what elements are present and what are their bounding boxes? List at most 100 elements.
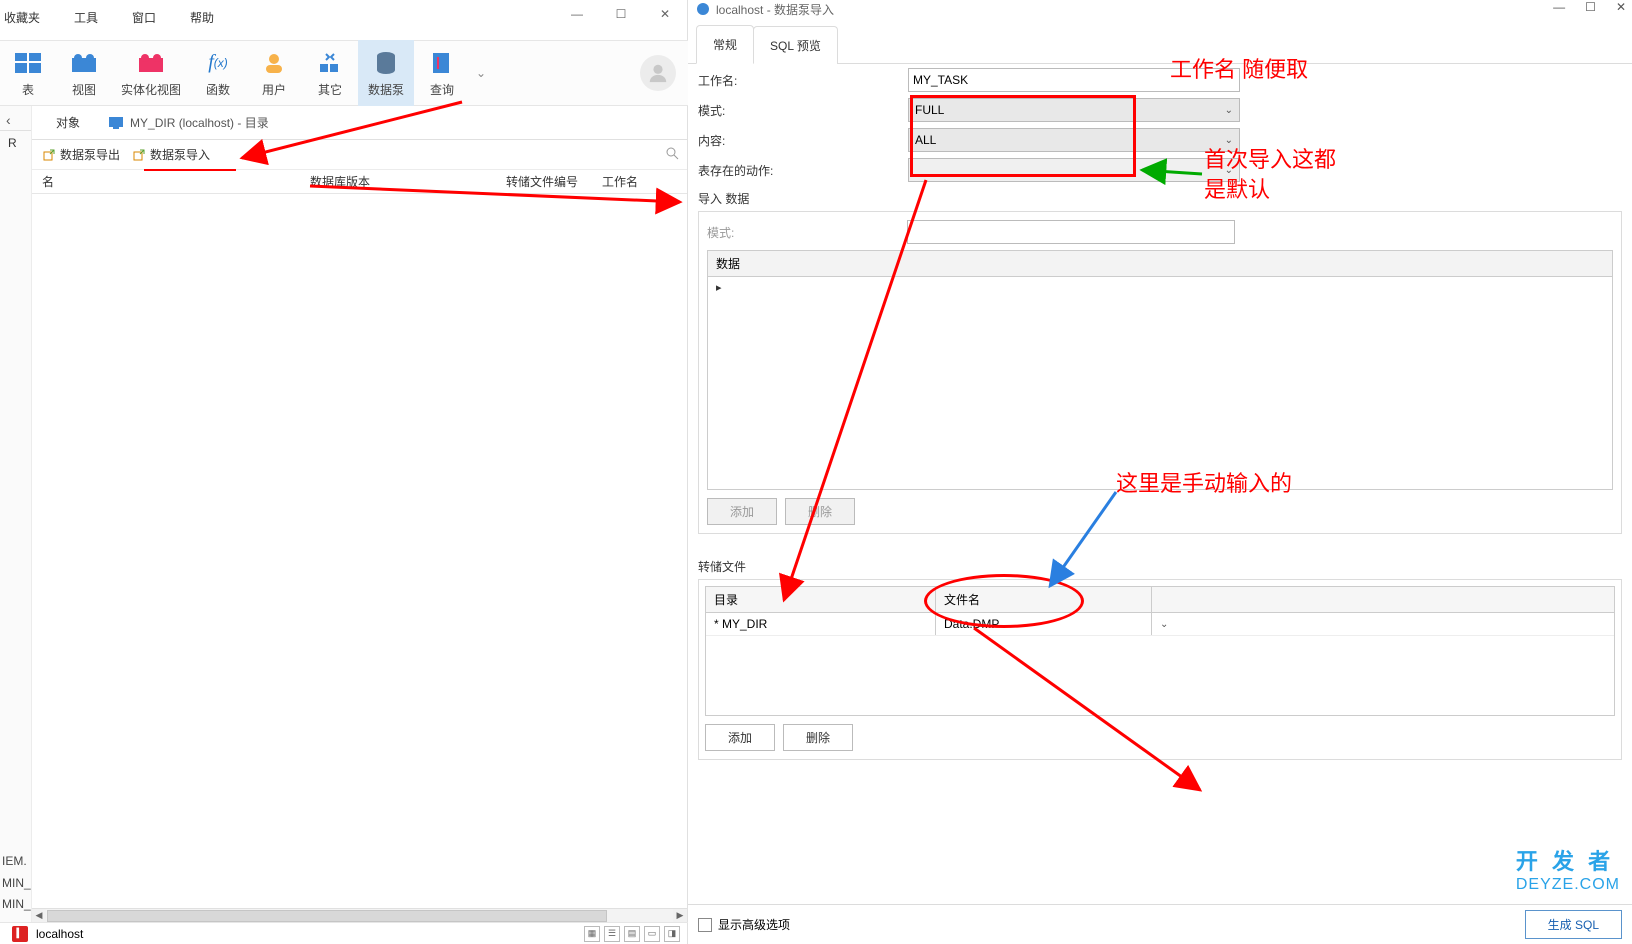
tab-objects[interactable]: 对象 [42,108,94,137]
dump-buttons: 添加 删除 [705,724,1615,751]
col-jobname[interactable]: 工作名 [592,173,687,190]
col-dumpno[interactable]: 转储文件编号 [496,173,592,190]
connection-icon: ▍ [12,926,28,942]
left-sidebar: ‹ R IEM. MIN_ MIN_ [0,106,32,922]
status-host: localhost [36,927,83,941]
dialog-bottom-bar: 显示高级选项 生成 SQL [688,904,1632,944]
checkbox-advanced[interactable] [698,918,712,932]
col-directory: 目录 [706,587,936,612]
app-icon [696,2,710,16]
horizontal-scrollbar[interactable]: ◀ ▶ [32,908,687,922]
sidebar-truncated-items: IEM. MIN_ MIN_ [2,851,31,916]
user-avatar[interactable] [640,55,676,91]
monitor-icon [108,116,124,130]
toolbar-function[interactable]: f(x)函数 [190,40,246,106]
toolbar-table[interactable]: 表 [0,40,56,106]
button-delete-dump[interactable]: 删除 [783,724,853,751]
input-jobname[interactable] [908,68,1240,92]
close-button[interactable]: ✕ [643,0,687,28]
menu-help[interactable]: 帮助 [188,6,216,34]
view-list-icon[interactable]: ☰ [604,926,620,942]
menu-favorites[interactable]: 收藏夹 [2,6,42,34]
toolbar-other[interactable]: 其它 [302,40,358,106]
caret-icon: ⌄ [1225,135,1233,146]
view-small-icon[interactable]: ▤ [624,926,640,942]
minimize-button[interactable]: — [555,0,599,28]
dump-grid-header: 目录 文件名 [706,587,1614,613]
label-advanced: 显示高级选项 [718,916,790,933]
menu-tools[interactable]: 工具 [72,6,100,34]
data-grid: 数据 ▸ [707,250,1613,490]
button-add-data[interactable]: 添加 [707,498,777,525]
select-table-exists[interactable]: ⌄ [908,158,1240,182]
sidebar-letter: R [8,136,17,150]
action-bar: 数据泵导出 数据泵导入 [32,140,687,170]
import-icon [132,148,146,162]
import-dialog: localhost - 数据泵导入 — ☐ ✕ 常规 SQL 预览 工作名: 模… [688,0,1632,944]
label-mode: 模式: [698,102,908,119]
dialog-title: localhost - 数据泵导入 [688,0,1632,20]
tab-sqlpreview[interactable]: SQL 预览 [753,26,838,64]
editor-tabs: 对象 MY_DIR (localhost) - 目录 [32,106,687,140]
maximize-button[interactable]: ☐ [599,0,643,28]
label-inner-mode: 模式: [707,224,907,241]
form-area: 工作名: 模式: FULL⌄ 内容: ALL⌄ 表存在的动作: ⌄ 导入 数据 … [698,68,1622,760]
toolbar-materialized-view[interactable]: 实体化视图 [112,40,190,106]
input-inner-mode[interactable] [907,220,1235,244]
data-grid-cursor[interactable]: ▸ [708,277,1612,298]
search-icon[interactable] [665,146,679,163]
tab-directory-label: MY_DIR (localhost) - 目录 [130,114,269,131]
toolbar-user[interactable]: 用户 [246,40,302,106]
view-grid-icon[interactable]: ▦ [584,926,600,942]
label-content: 内容: [698,132,908,149]
col-dbversion[interactable]: 数据库版本 [300,173,496,190]
button-delete-data[interactable]: 删除 [785,498,855,525]
dropdown-icon[interactable]: ⌄ [1160,619,1168,630]
toolbar: 表 视图 实体化视图 f(x)函数 用户 其它 数据泵 查询 ⌄ [0,40,688,106]
dialog-minimize-button[interactable]: — [1553,0,1565,14]
dropdown-caret-icon[interactable]: ⌄ [476,66,486,80]
toolbar-datapump[interactable]: 数据泵 [358,40,414,106]
view-panel-icon[interactable]: ◨ [664,926,680,942]
label-jobname: 工作名: [698,72,908,89]
dialog-window-controls: — ☐ ✕ [1553,0,1626,14]
tab-general[interactable]: 常规 [696,25,754,64]
window-controls: — ☐ ✕ [555,0,687,28]
col-filename: 文件名 [936,587,1152,612]
action-export[interactable]: 数据泵导出 [40,144,122,165]
dump-row[interactable]: * MY_DIR Data.DMP ⌄ [706,613,1614,636]
dialog-maximize-button[interactable]: ☐ [1585,0,1596,14]
col-name[interactable]: 名 [32,173,300,190]
caret-icon: ⌄ [1225,105,1233,116]
grid-buttons: 添加 删除 [707,498,1613,525]
main-window: — ☐ ✕ 收藏夹 工具 窗口 帮助 表 视图 实体化视图 f(x)函数 用户 … [0,0,688,944]
cell-filename[interactable]: Data.DMP [936,613,1152,635]
tab-directory[interactable]: MY_DIR (localhost) - 目录 [102,108,275,137]
scroll-thumb[interactable] [47,910,607,922]
select-content[interactable]: ALL⌄ [908,128,1240,152]
select-mode[interactable]: FULL⌄ [908,98,1240,122]
scroll-left-icon[interactable]: ◀ [32,909,46,923]
panel-dump-file: 目录 文件名 * MY_DIR Data.DMP ⌄ 添加 删除 [698,579,1622,760]
view-mode-icons: ▦ ☰ ▤ ▭ ◨ [584,926,680,942]
data-grid-header: 数据 [708,251,1612,277]
scroll-right-icon[interactable]: ▶ [673,909,687,923]
menu-window[interactable]: 窗口 [130,6,158,34]
section-dump-file: 转储文件 [698,558,1622,575]
cell-directory[interactable]: * MY_DIR [706,613,936,635]
action-import[interactable]: 数据泵导入 [130,144,212,165]
data-area: ◀ ▶ [32,194,687,922]
view-detail-icon[interactable]: ▭ [644,926,660,942]
content-area: 对象 MY_DIR (localhost) - 目录 数据泵导出 数据泵导入 名… [32,106,687,922]
dialog-tabs: 常规 SQL 预览 [688,24,1632,64]
label-table-exists: 表存在的动作: [698,162,908,179]
button-generate-sql[interactable]: 生成 SQL [1525,910,1622,939]
status-bar: ▍ localhost ▦ ☰ ▤ ▭ ◨ [0,922,688,944]
toolbar-query[interactable]: 查询 [414,40,470,106]
panel-import-data: 模式: 数据 ▸ 添加 删除 [698,211,1622,534]
dialog-close-button[interactable]: ✕ [1616,0,1626,14]
menubar: 收藏夹 工具 窗口 帮助 [0,6,216,34]
button-add-dump[interactable]: 添加 [705,724,775,751]
toolbar-view[interactable]: 视图 [56,40,112,106]
chevron-left-icon[interactable]: ‹ [6,112,11,128]
